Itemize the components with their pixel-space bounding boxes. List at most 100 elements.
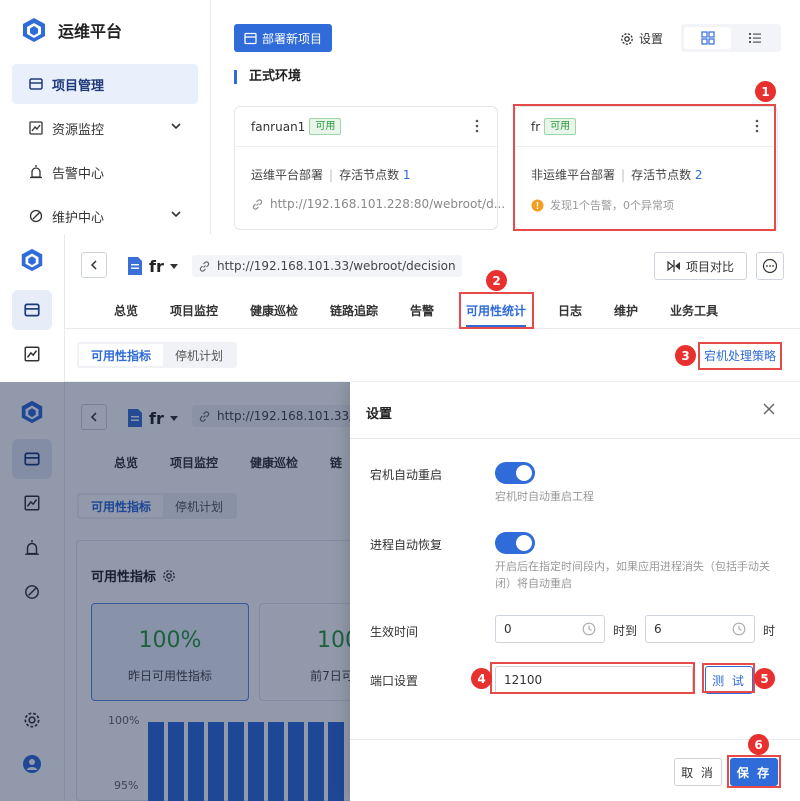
highlight-box-5: [702, 663, 755, 693]
grid-icon: [700, 31, 715, 45]
project-list-view: 运维平台 项目管理 资源监控 告警中心 维护中心 部署新项目 设置 正式环境 f…: [0, 0, 800, 234]
sidebar-item-label: 项目管理: [52, 78, 105, 94]
sidebar-item-alarm[interactable]: 告警中心: [12, 152, 198, 192]
icon-sidebar: [0, 234, 65, 382]
tab-trace[interactable]: 链路追踪: [330, 302, 378, 319]
project-compare-button[interactable]: 项目对比: [654, 252, 747, 280]
tab-business-tools[interactable]: 业务工具: [670, 302, 718, 319]
project-card-fanruan1[interactable]: fanruan1 可用 运维平台部署 | 存活节点数 1 http://192.16…: [234, 106, 505, 230]
subtab-downtime-plan[interactable]: 停机计划: [163, 344, 235, 366]
caret-down-icon: [169, 264, 178, 269]
start-time-input[interactable]: 0: [495, 615, 605, 643]
highlight-box-1: [513, 104, 776, 231]
tab-log[interactable]: 日志: [558, 302, 582, 319]
start-time-value: 0: [504, 622, 512, 636]
sidebar-item-resource[interactable]: 资源监控: [12, 108, 198, 148]
sidebar-item-label: 资源监控: [52, 122, 105, 138]
port-label: 端口设置: [370, 674, 419, 688]
rail-item-resource[interactable]: [12, 334, 52, 374]
maintenance-icon: [29, 209, 43, 223]
settings-drawer: 设置 宕机自动重启 宕机时自动重启工程 进程自动恢复 开启后在指定时间段内，如果…: [350, 382, 800, 801]
tab-project-monitor[interactable]: 项目监控: [170, 302, 218, 319]
subtab-availability[interactable]: 可用性指标: [79, 344, 164, 366]
chart-icon: [29, 121, 43, 135]
card-url[interactable]: http://192.168.101.228:80/webroot/d...: [251, 197, 505, 211]
step-marker-1: 1: [755, 81, 776, 102]
rail-item-project[interactable]: [12, 290, 52, 330]
restart-hint: 宕机时自动重启工程: [495, 490, 594, 503]
grid-view-button[interactable]: [684, 27, 731, 49]
cube-logo-icon: [21, 248, 43, 272]
folder-icon: [24, 303, 40, 317]
end-time-value: 6: [654, 622, 662, 636]
step-marker-2: 2: [486, 270, 507, 291]
recover-switch[interactable]: [495, 532, 535, 554]
time-range-separator: 时到: [613, 624, 638, 638]
project-selector[interactable]: fr: [126, 256, 179, 276]
tab-health-check[interactable]: 健康巡检: [250, 302, 298, 319]
list-view-button[interactable]: [731, 27, 778, 49]
sidebar-item-label: 告警中心: [52, 166, 105, 182]
highlight-box-2: [459, 292, 534, 329]
link-icon: [199, 260, 210, 272]
deploy-label: 部署新项目: [262, 31, 323, 46]
project-name: fr: [149, 256, 164, 276]
tab-maintenance[interactable]: 维护: [614, 302, 638, 319]
settings-drawer-view: fr http://192.168.101.33/webroot/d 总览 项目…: [0, 382, 800, 801]
time-label: 生效时间: [370, 625, 419, 639]
sidebar-item-project[interactable]: 项目管理: [12, 64, 198, 104]
card-name: fanruan1: [251, 119, 306, 134]
more-vertical-icon[interactable]: [475, 119, 479, 133]
view-toggle: [681, 24, 781, 52]
brand: 运维平台: [20, 16, 122, 44]
project-detail-view: fr http://192.168.101.33/webroot/decisio…: [0, 234, 800, 382]
deploy-new-project-button[interactable]: 部署新项目: [234, 24, 333, 52]
highlight-box-4: [490, 662, 695, 694]
highlight-box-6: [727, 755, 781, 788]
close-icon[interactable]: [762, 402, 776, 416]
project-url-text: http://192.168.101.33/webroot/decision: [217, 259, 456, 273]
card-info: 运维平台部署 | 存活节点数 1: [251, 168, 411, 182]
step-marker-6: 6: [748, 734, 769, 755]
environment-title: 正式环境: [234, 70, 301, 84]
cube-logo-icon: [23, 18, 45, 42]
card-header: fanruan1 可用: [235, 107, 497, 147]
recover-hint: 开启后在指定时间段内，如果应用进程消失（包括手动关闭）将自动重启: [495, 560, 770, 590]
deploy-type: 运维平台部署: [251, 168, 324, 182]
recover-label: 进程自动恢复: [370, 538, 443, 552]
sidebar-item-label: 维护中心: [52, 210, 105, 226]
step-marker-5: 5: [754, 668, 775, 689]
step-marker-3: 3: [675, 345, 696, 366]
drawer-header: 设置: [350, 382, 800, 439]
sidebar-item-maintenance[interactable]: 维护中心: [12, 196, 198, 234]
chevron-down-icon: [171, 211, 181, 218]
clock-icon: [582, 622, 596, 636]
card-url-text: http://192.168.101.228:80/webroot/d...: [270, 197, 506, 211]
restart-label: 宕机自动重启: [370, 468, 443, 482]
settings-button[interactable]: 设置: [620, 30, 663, 47]
list-icon: [748, 33, 761, 43]
alarm-icon: [30, 165, 42, 179]
sidebar: 运维平台 项目管理 资源监控 告警中心 维护中心: [0, 0, 211, 234]
more-horizontal-icon: [762, 258, 778, 274]
time-unit: 时: [763, 624, 776, 638]
link-icon: [252, 198, 263, 210]
modal-overlay[interactable]: [0, 382, 350, 801]
back-button[interactable]: [81, 252, 107, 278]
chevron-left-icon: [90, 260, 97, 270]
cancel-button[interactable]: 取 消: [674, 758, 722, 786]
highlight-box-3: [698, 342, 782, 370]
tab-alarm[interactable]: 告警: [410, 302, 434, 319]
deploy-icon: [244, 32, 257, 44]
brand-title: 运维平台: [58, 22, 123, 41]
restart-switch[interactable]: [495, 462, 535, 484]
nodes-count: 1: [402, 168, 411, 182]
settings-label: 设置: [639, 32, 664, 46]
nodes-label: 存活节点数: [339, 168, 400, 182]
project-url[interactable]: http://192.168.101.33/webroot/decision: [192, 255, 462, 277]
end-time-input[interactable]: 6: [645, 615, 755, 643]
chart-icon: [24, 346, 40, 362]
drawer-title: 设置: [366, 407, 393, 422]
more-button[interactable]: [756, 252, 784, 280]
tab-overview[interactable]: 总览: [114, 302, 138, 319]
